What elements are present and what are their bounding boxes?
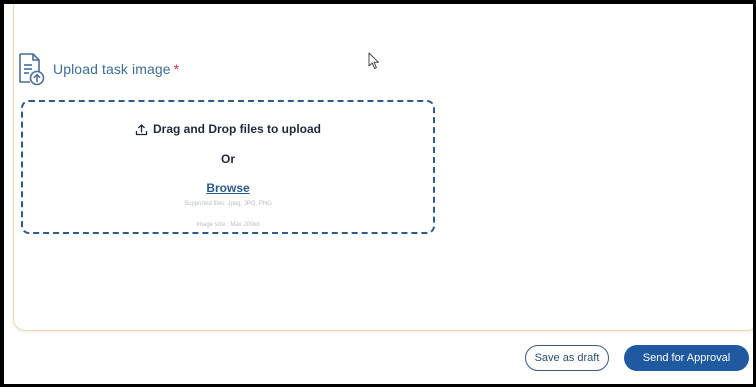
upload-title: Upload task image	[53, 61, 171, 77]
file-dropzone[interactable]: Drag and Drop files to upload Or Browse …	[21, 100, 435, 234]
upload-header: Upload task image *	[17, 52, 179, 86]
document-upload-icon	[19, 53, 45, 86]
image-size-hint: Image size : Max 200kb	[196, 222, 260, 228]
browse-container: Browse	[23, 179, 433, 197]
drag-drop-text: Drag and Drop files to upload	[152, 122, 321, 136]
browse-link[interactable]: Browse	[206, 181, 249, 195]
or-separator: Or	[220, 152, 235, 166]
mouse-cursor-icon	[368, 52, 379, 69]
drag-drop-prompt: Drag and Drop files to upload	[23, 122, 433, 136]
save-as-draft-button[interactable]: Save as draft	[525, 345, 609, 371]
screen-frame: Upload task image * Drag and Drop files …	[4, 4, 753, 384]
send-for-approval-button[interactable]: Send for Approval	[624, 345, 749, 371]
required-marker: *	[173, 61, 180, 77]
supported-files-hint: Supported files: Jpeg, JPG, PNG	[184, 201, 272, 207]
upload-arrow-icon	[135, 123, 148, 135]
